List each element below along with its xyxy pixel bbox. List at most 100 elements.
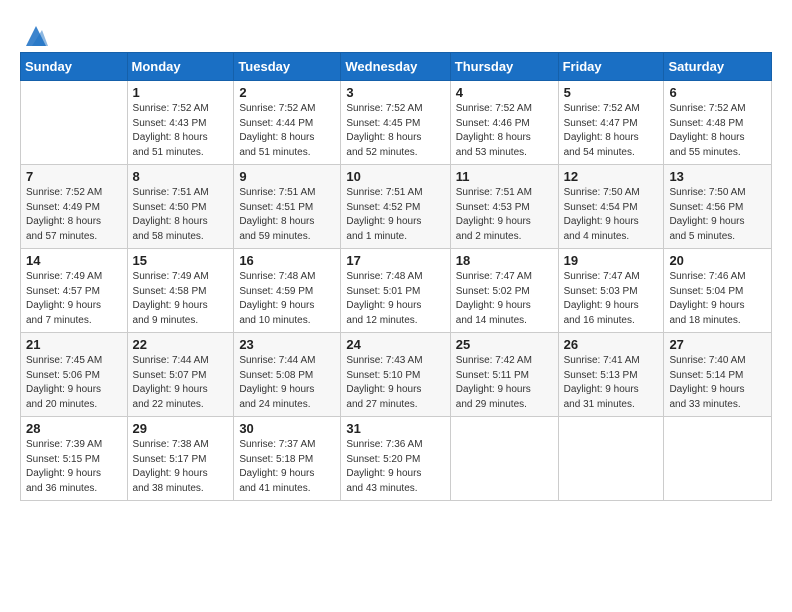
day-info: Sunrise: 7:52 AMSunset: 4:43 PMDaylight:…	[133, 102, 229, 160]
calendar-cell: 4 Sunrise: 7:52 AMSunset: 4:46 PMDaylight…	[450, 81, 558, 165]
day-number: 15	[133, 253, 229, 268]
day-number: 1	[133, 85, 229, 100]
day-info: Sunrise: 7:36 AMSunset: 5:20 PMDaylight:…	[346, 438, 444, 496]
day-info: Sunrise: 7:52 AMSunset: 4:49 PMDaylight:…	[26, 186, 122, 244]
calendar-cell: 3 Sunrise: 7:52 AMSunset: 4:45 PMDaylight…	[341, 81, 450, 165]
day-info: Sunrise: 7:41 AMSunset: 5:13 PMDaylight:…	[564, 354, 659, 412]
calendar-cell: 5 Sunrise: 7:52 AMSunset: 4:47 PMDaylight…	[558, 81, 664, 165]
weekday-header-friday: Friday	[558, 53, 664, 81]
day-info: Sunrise: 7:51 AMSunset: 4:52 PMDaylight:…	[346, 186, 444, 244]
day-info: Sunrise: 7:39 AMSunset: 5:15 PMDaylight:…	[26, 438, 122, 496]
weekday-header-row: SundayMondayTuesdayWednesdayThursdayFrid…	[21, 53, 772, 81]
calendar-cell: 23 Sunrise: 7:44 AMSunset: 5:08 PMDayligh…	[234, 333, 341, 417]
calendar-cell: 1 Sunrise: 7:52 AMSunset: 4:43 PMDaylight…	[127, 81, 234, 165]
day-number: 24	[346, 337, 444, 352]
calendar-cell: 9 Sunrise: 7:51 AMSunset: 4:51 PMDaylight…	[234, 165, 341, 249]
day-number: 3	[346, 85, 444, 100]
day-info: Sunrise: 7:40 AMSunset: 5:14 PMDaylight:…	[669, 354, 766, 412]
day-info: Sunrise: 7:52 AMSunset: 4:46 PMDaylight:…	[456, 102, 553, 160]
day-info: Sunrise: 7:44 AMSunset: 5:07 PMDaylight:…	[133, 354, 229, 412]
calendar-cell: 11Sunrise: 7:51 AMSunset: 4:53 PMDayligh…	[450, 165, 558, 249]
day-number: 2	[239, 85, 335, 100]
day-info: Sunrise: 7:51 AMSunset: 4:51 PMDaylight:…	[239, 186, 335, 244]
calendar-cell: 28 Sunrise: 7:39 AMSunset: 5:15 PMDayligh…	[21, 417, 128, 501]
calendar-cell: 10Sunrise: 7:51 AMSunset: 4:52 PMDayligh…	[341, 165, 450, 249]
calendar-cell: 7 Sunrise: 7:52 AMSunset: 4:49 PMDaylight…	[21, 165, 128, 249]
header-area	[20, 18, 772, 44]
weekday-header-wednesday: Wednesday	[341, 53, 450, 81]
day-number: 18	[456, 253, 553, 268]
day-info: Sunrise: 7:37 AMSunset: 5:18 PMDaylight:…	[239, 438, 335, 496]
day-info: Sunrise: 7:48 AMSunset: 5:01 PMDaylight:…	[346, 270, 444, 328]
day-info: Sunrise: 7:52 AMSunset: 4:45 PMDaylight:…	[346, 102, 444, 160]
day-number: 20	[669, 253, 766, 268]
week-row-5: 28 Sunrise: 7:39 AMSunset: 5:15 PMDayligh…	[21, 417, 772, 501]
day-number: 8	[133, 169, 229, 184]
day-info: Sunrise: 7:47 AMSunset: 5:02 PMDaylight:…	[456, 270, 553, 328]
day-info: Sunrise: 7:52 AMSunset: 4:47 PMDaylight:…	[564, 102, 659, 160]
calendar-cell: 25 Sunrise: 7:42 AMSunset: 5:11 PMDayligh…	[450, 333, 558, 417]
calendar-cell	[558, 417, 664, 501]
week-row-3: 14Sunrise: 7:49 AMSunset: 4:57 PMDayligh…	[21, 249, 772, 333]
day-number: 4	[456, 85, 553, 100]
calendar: SundayMondayTuesdayWednesdayThursdayFrid…	[20, 52, 772, 501]
day-number: 28	[26, 421, 122, 436]
day-number: 12	[564, 169, 659, 184]
day-info: Sunrise: 7:44 AMSunset: 5:08 PMDaylight:…	[239, 354, 335, 412]
day-number: 5	[564, 85, 659, 100]
day-info: Sunrise: 7:43 AMSunset: 5:10 PMDaylight:…	[346, 354, 444, 412]
day-number: 7	[26, 169, 122, 184]
day-info: Sunrise: 7:42 AMSunset: 5:11 PMDaylight:…	[456, 354, 553, 412]
day-info: Sunrise: 7:48 AMSunset: 4:59 PMDaylight:…	[239, 270, 335, 328]
day-number: 29	[133, 421, 229, 436]
day-info: Sunrise: 7:46 AMSunset: 5:04 PMDaylight:…	[669, 270, 766, 328]
week-row-2: 7 Sunrise: 7:52 AMSunset: 4:49 PMDaylight…	[21, 165, 772, 249]
day-info: Sunrise: 7:51 AMSunset: 4:53 PMDaylight:…	[456, 186, 553, 244]
logo	[20, 22, 50, 44]
day-number: 19	[564, 253, 659, 268]
week-row-1: 1 Sunrise: 7:52 AMSunset: 4:43 PMDaylight…	[21, 81, 772, 165]
calendar-cell: 29 Sunrise: 7:38 AMSunset: 5:17 PMDayligh…	[127, 417, 234, 501]
weekday-header-sunday: Sunday	[21, 53, 128, 81]
calendar-cell	[450, 417, 558, 501]
calendar-cell	[664, 417, 772, 501]
calendar-cell: 14Sunrise: 7:49 AMSunset: 4:57 PMDayligh…	[21, 249, 128, 333]
day-number: 31	[346, 421, 444, 436]
weekday-header-thursday: Thursday	[450, 53, 558, 81]
day-number: 6	[669, 85, 766, 100]
day-number: 17	[346, 253, 444, 268]
calendar-cell: 15 Sunrise: 7:49 AMSunset: 4:58 PMDayligh…	[127, 249, 234, 333]
day-number: 16	[239, 253, 335, 268]
calendar-cell: 18 Sunrise: 7:47 AMSunset: 5:02 PMDayligh…	[450, 249, 558, 333]
weekday-header-tuesday: Tuesday	[234, 53, 341, 81]
calendar-cell: 20 Sunrise: 7:46 AMSunset: 5:04 PMDayligh…	[664, 249, 772, 333]
logo-icon	[22, 22, 50, 50]
day-info: Sunrise: 7:45 AMSunset: 5:06 PMDaylight:…	[26, 354, 122, 412]
day-number: 21	[26, 337, 122, 352]
day-number: 22	[133, 337, 229, 352]
calendar-cell: 12 Sunrise: 7:50 AMSunset: 4:54 PMDayligh…	[558, 165, 664, 249]
calendar-cell: 30Sunrise: 7:37 AMSunset: 5:18 PMDayligh…	[234, 417, 341, 501]
day-number: 27	[669, 337, 766, 352]
weekday-header-monday: Monday	[127, 53, 234, 81]
calendar-cell: 31 Sunrise: 7:36 AMSunset: 5:20 PMDayligh…	[341, 417, 450, 501]
day-info: Sunrise: 7:50 AMSunset: 4:56 PMDaylight:…	[669, 186, 766, 244]
day-number: 9	[239, 169, 335, 184]
day-number: 25	[456, 337, 553, 352]
day-info: Sunrise: 7:52 AMSunset: 4:44 PMDaylight:…	[239, 102, 335, 160]
day-info: Sunrise: 7:52 AMSunset: 4:48 PMDaylight:…	[669, 102, 766, 160]
day-info: Sunrise: 7:50 AMSunset: 4:54 PMDaylight:…	[564, 186, 659, 244]
calendar-cell: 22 Sunrise: 7:44 AMSunset: 5:07 PMDayligh…	[127, 333, 234, 417]
calendar-cell: 24 Sunrise: 7:43 AMSunset: 5:10 PMDayligh…	[341, 333, 450, 417]
day-number: 23	[239, 337, 335, 352]
calendar-cell: 17 Sunrise: 7:48 AMSunset: 5:01 PMDayligh…	[341, 249, 450, 333]
calendar-cell: 2 Sunrise: 7:52 AMSunset: 4:44 PMDaylight…	[234, 81, 341, 165]
day-number: 13	[669, 169, 766, 184]
day-info: Sunrise: 7:38 AMSunset: 5:17 PMDaylight:…	[133, 438, 229, 496]
day-info: Sunrise: 7:49 AMSunset: 4:58 PMDaylight:…	[133, 270, 229, 328]
calendar-cell: 8Sunrise: 7:51 AMSunset: 4:50 PMDaylight…	[127, 165, 234, 249]
day-number: 26	[564, 337, 659, 352]
calendar-cell: 19Sunrise: 7:47 AMSunset: 5:03 PMDayligh…	[558, 249, 664, 333]
day-info: Sunrise: 7:49 AMSunset: 4:57 PMDaylight:…	[26, 270, 122, 328]
calendar-cell: 26 Sunrise: 7:41 AMSunset: 5:13 PMDayligh…	[558, 333, 664, 417]
